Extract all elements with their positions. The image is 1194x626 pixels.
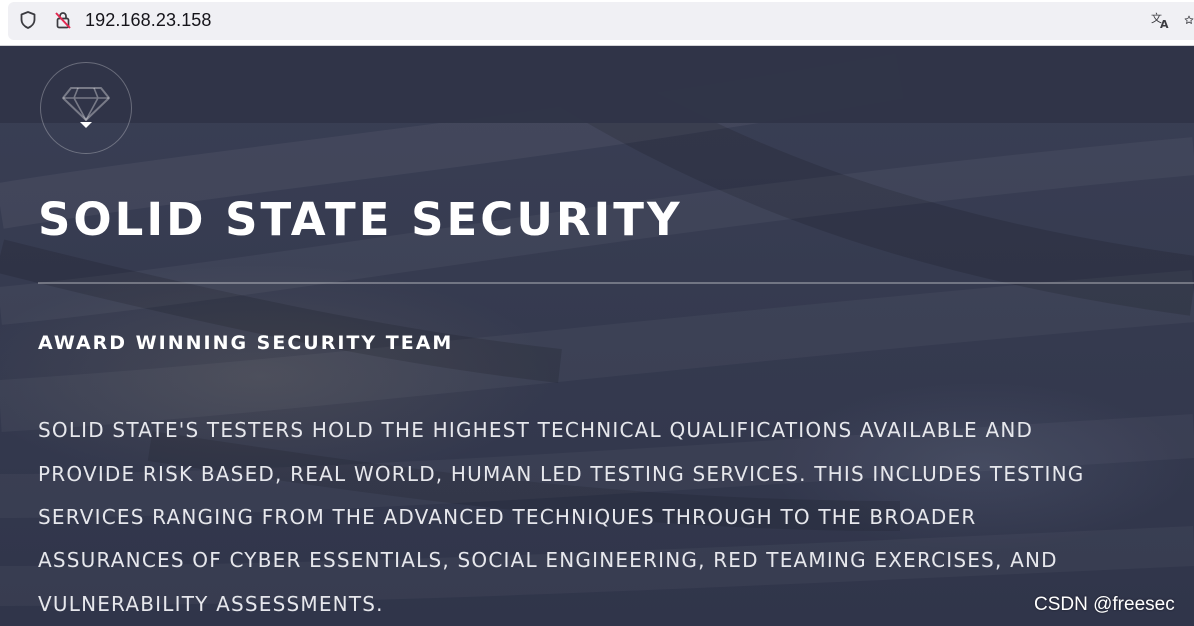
title-divider: [38, 282, 1194, 284]
description-line: SOLID STATE'S TESTERS HOLD THE HIGHEST T…: [38, 418, 1034, 442]
screenshot-root: 192.168.23.158 文 A SOLID STATE SECURITY …: [0, 0, 1194, 626]
shield-icon[interactable]: [18, 10, 38, 30]
svg-text:A: A: [1160, 18, 1169, 30]
description-line: ASSURANCES OF CYBER ESSENTIALS, SOCIAL E…: [38, 548, 1058, 572]
description-line: VULNERABILITY ASSESSMENTS.: [38, 592, 384, 616]
browser-toolbar: 192.168.23.158 文 A: [0, 0, 1194, 46]
caret-down-icon[interactable]: [80, 122, 92, 128]
star-icon[interactable]: [1184, 10, 1194, 30]
insecure-lock-icon[interactable]: [53, 10, 73, 30]
site-header: [0, 46, 1194, 123]
section-heading: AWARD WINNING SECURITY TEAM: [38, 332, 454, 354]
translate-icon[interactable]: 文 A: [1150, 10, 1172, 30]
diamond-icon: [61, 86, 111, 127]
csdn-watermark: CSDN @freesec: [1034, 594, 1175, 615]
web-page: SOLID STATE SECURITY AWARD WINNING SECUR…: [0, 46, 1194, 626]
description-line: SERVICES RANGING FROM THE ADVANCED TECHN…: [38, 505, 977, 529]
url-text[interactable]: 192.168.23.158: [85, 9, 212, 31]
description-line: PROVIDE RISK BASED, REAL WORLD, HUMAN LE…: [38, 462, 1085, 486]
site-title: SOLID STATE SECURITY: [38, 193, 683, 246]
